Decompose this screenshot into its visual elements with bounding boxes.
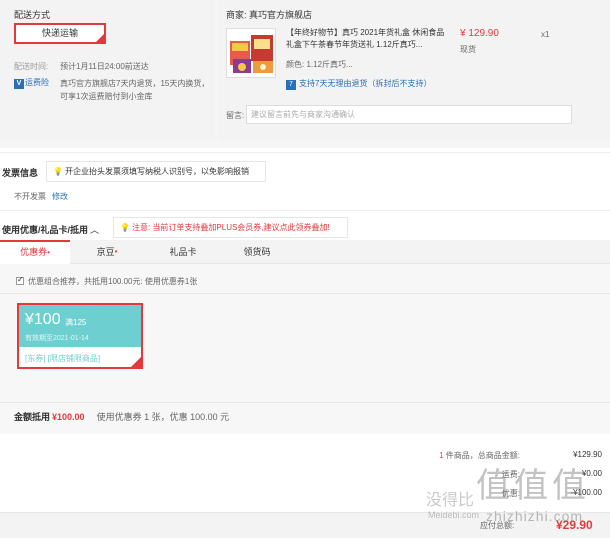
product-color: 颜色: 1.12斤真巧... <box>286 60 353 69</box>
tab-redeem-code[interactable]: 领货码 <box>222 240 292 264</box>
lightbulb-icon: 💡 <box>120 223 130 232</box>
invoice-title: 发票信息 <box>2 168 39 178</box>
shipping-method-label: 快递运输 <box>41 28 78 38</box>
selected-corner-icon <box>131 357 141 367</box>
product-price: ¥ 129.90 <box>460 28 499 39</box>
shop-name: 商家: 真巧官方旗舰店 <box>226 10 313 20</box>
coupon-expiry: 有效期至2021-01-14 <box>25 335 89 342</box>
chevron-up-icon: ︿ <box>90 225 100 235</box>
lightbulb-icon: 💡 <box>53 167 63 176</box>
invoice-value: 不开发票 <box>14 192 46 201</box>
coupon-card-header: ¥100 满125 有效期至2021-01-14 <box>19 305 141 347</box>
product-name-link[interactable]: 【年终好物节】真巧 2021年货礼盒 休闲食品礼盒下午茶春节年货送礼 1.12斤… <box>286 27 446 51</box>
return-policy: 7 支持7天无理由退货（拆封后不支持） <box>286 78 431 90</box>
coupon-tabs: 优惠券• 京豆• 礼品卡 领货码 <box>0 240 610 264</box>
invoice-edit-link[interactable]: 修改 <box>52 191 68 202</box>
pay-total-value: ¥29.90 <box>556 518 593 532</box>
coupon-amount: ¥100 <box>25 311 61 328</box>
divider <box>0 152 610 153</box>
divider <box>0 210 610 211</box>
coupon-card[interactable]: ¥100 满125 有效期至2021-01-14 [东券] [限店铺限商品] <box>17 303 143 369</box>
gift-box-image-icon <box>227 29 275 77</box>
stock-status: 现货 <box>460 45 476 54</box>
delivery-time-value: 预计1月11日24:00前送达 <box>60 62 149 71</box>
shipping-title: 配送方式 <box>14 10 51 20</box>
freight-shield-icon: V <box>14 79 24 89</box>
plus-coupon-tip-link[interactable]: 💡 注意: 当前订单支持叠加PLUS会员券,建议点此领券叠加! <box>113 217 348 238</box>
pay-bar <box>0 512 610 538</box>
deduction-summary: 金额抵用 ¥100.00 使用优惠券 1 张，优惠 100.00 元 <box>14 412 230 422</box>
divider <box>0 293 610 294</box>
product-quantity: x1 <box>541 30 550 39</box>
freight-insurance-badge: V 运费险 <box>14 77 50 89</box>
invoice-tip: 💡 开企业抬头发票须填写纳税人识别号，以免影响报销 <box>46 161 266 182</box>
shipping-method-button[interactable]: 快递运输 <box>14 23 106 44</box>
coupon-section-title[interactable]: 使用优惠/礼品卡/抵用 ︿ <box>2 223 99 236</box>
message-input[interactable]: 建议留言前先与商家沟通确认 <box>246 105 572 124</box>
tab-jingdou[interactable]: 京豆• <box>72 240 142 264</box>
pay-total-label: 应付总额: <box>480 521 515 530</box>
product-image[interactable] <box>226 28 276 78</box>
message-label: 留言: <box>226 111 245 120</box>
checkbox-checked-icon <box>16 275 24 285</box>
combo-recommend-checkbox[interactable]: 优惠组合推荐，共抵用100.00元: 使用优惠券1张 <box>16 275 197 287</box>
coupon-condition: 满125 <box>65 318 87 327</box>
selected-corner-icon <box>96 34 104 42</box>
divider <box>0 402 610 403</box>
delivery-time-label: 配送时间: <box>14 62 49 71</box>
freight-insurance-text: 真巧官方旗舰店7天内退货，15天内换货，可享1次运费赔付到小金库 <box>60 79 210 101</box>
tab-coupons[interactable]: 优惠券• <box>0 240 70 264</box>
coupon-tags: [东券] [限店铺限商品] <box>25 354 101 363</box>
return-icon: 7 <box>286 80 296 90</box>
tab-gift-card[interactable]: 礼品卡 <box>148 240 218 264</box>
